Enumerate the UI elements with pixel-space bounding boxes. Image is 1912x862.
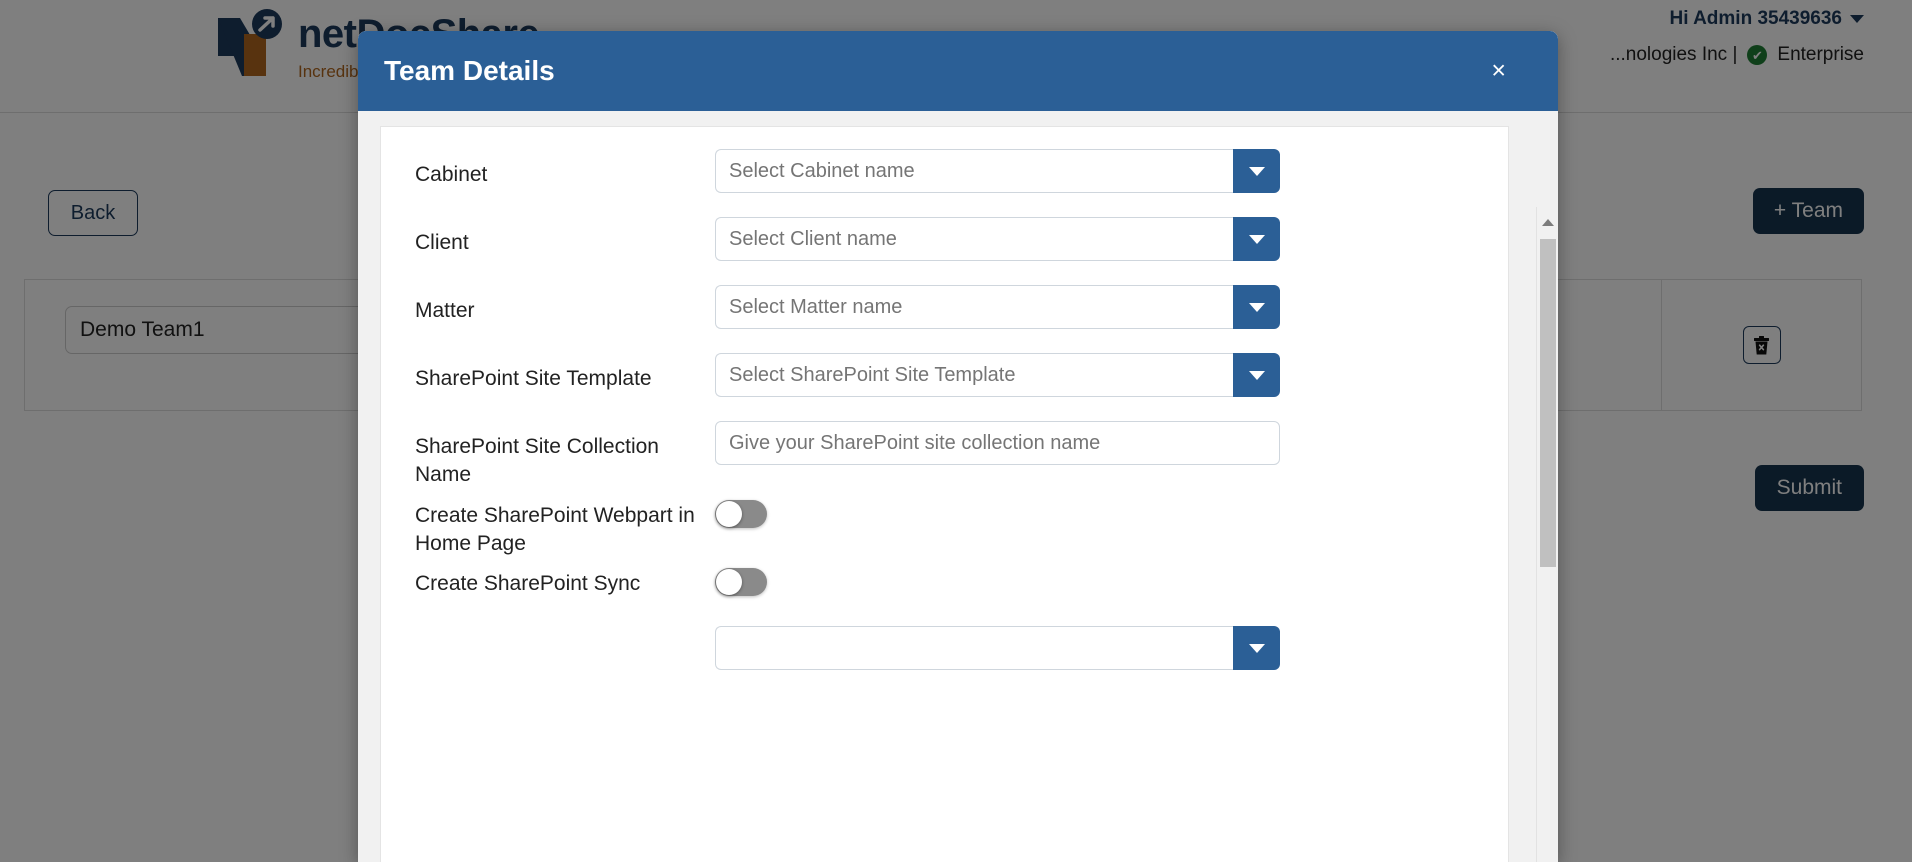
- select-sharepoint-site-template-input[interactable]: [715, 353, 1233, 397]
- select-client-input[interactable]: [715, 217, 1233, 261]
- modal-body: Cabinet Client: [358, 111, 1558, 862]
- label-matter: Matter: [415, 299, 475, 322]
- form-row-create-sharepoint-webpart: Create SharePoint Webpart in Home Page: [381, 490, 1508, 559]
- label-sharepoint-site-collection-name: SharePoint Site Collection Name: [415, 435, 659, 487]
- label-sharepoint-site-template: SharePoint Site Template: [415, 367, 652, 390]
- modal-header: Team Details ×: [358, 31, 1558, 111]
- select-cabinet-input[interactable]: [715, 149, 1233, 193]
- select-cabinet-toggle[interactable]: [1233, 149, 1280, 193]
- form-row-matter: Matter: [381, 285, 1508, 353]
- label-create-sharepoint-webpart: Create SharePoint Webpart in Home Page: [415, 503, 695, 556]
- caret-down-icon: [1248, 643, 1265, 653]
- select-client[interactable]: [715, 217, 1280, 261]
- select-matter[interactable]: [715, 285, 1280, 329]
- sharepoint-site-collection-name-input[interactable]: [715, 421, 1280, 465]
- select-sharepoint-site-template[interactable]: [715, 353, 1280, 397]
- select-sharepoint-site-template-toggle[interactable]: [1233, 353, 1280, 397]
- toggle-create-sharepoint-webpart[interactable]: [715, 499, 767, 528]
- caret-down-icon: [1248, 234, 1265, 244]
- close-icon[interactable]: ×: [1483, 55, 1514, 88]
- form-row-client: Client: [381, 217, 1508, 285]
- select-cabinet[interactable]: [715, 149, 1280, 193]
- form-row-sharepoint-site-collection-name: SharePoint Site Collection Name: [381, 421, 1508, 490]
- form-row-partial-next: [381, 626, 1508, 694]
- scrollbar-thumb[interactable]: [1540, 239, 1556, 567]
- caret-down-icon: [1248, 302, 1265, 312]
- label-client: Client: [415, 231, 469, 254]
- select-partial-next-input[interactable]: [715, 626, 1233, 671]
- caret-down-icon: [1248, 370, 1265, 380]
- form-row-cabinet: Cabinet: [381, 149, 1508, 217]
- label-cabinet: Cabinet: [415, 163, 488, 186]
- label-create-sharepoint-sync: Create SharePoint Sync: [415, 572, 641, 596]
- toggle-knob: [716, 500, 742, 527]
- select-partial-next[interactable]: [715, 626, 1280, 671]
- select-matter-input[interactable]: [715, 285, 1233, 329]
- caret-down-icon: [1248, 166, 1265, 176]
- toggle-create-sharepoint-sync[interactable]: [715, 568, 767, 597]
- modal-title: Team Details: [384, 55, 555, 86]
- form-row-sharepoint-site-template: SharePoint Site Template: [381, 353, 1508, 421]
- toggle-knob: [716, 569, 742, 596]
- select-matter-toggle[interactable]: [1233, 285, 1280, 329]
- modal-scrollbar[interactable]: [1536, 207, 1558, 862]
- select-client-toggle[interactable]: [1233, 217, 1280, 261]
- form-row-create-sharepoint-sync: Create SharePoint Sync: [381, 558, 1508, 626]
- scroll-up-icon[interactable]: [1537, 211, 1558, 233]
- team-details-modal: Team Details × Cabinet Client: [358, 31, 1558, 862]
- label-partial-next: [415, 626, 715, 638]
- select-partial-next-toggle[interactable]: [1233, 626, 1280, 671]
- modal-form-panel: Cabinet Client: [380, 126, 1509, 862]
